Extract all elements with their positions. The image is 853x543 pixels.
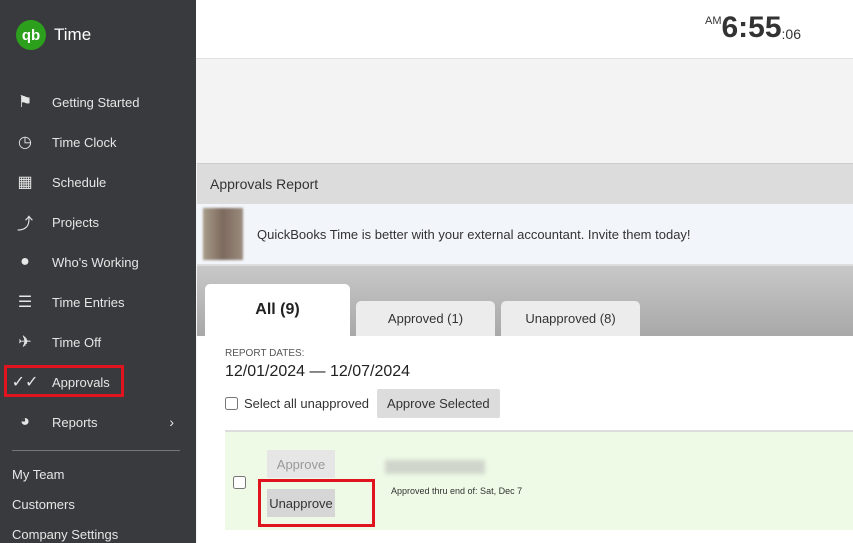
highlight-box bbox=[4, 365, 124, 397]
trend-icon: ⤴ bbox=[16, 216, 33, 233]
flag-icon: ⚑ bbox=[17, 94, 33, 111]
label: Getting Started bbox=[52, 94, 140, 110]
approve-selected-button[interactable]: Approve Selected bbox=[377, 389, 500, 418]
sidebar-item-reports[interactable]: ◕ Reports › bbox=[0, 402, 196, 442]
chevron-right-icon: › bbox=[169, 414, 174, 430]
label: Schedule bbox=[52, 174, 107, 190]
app-name: Time bbox=[54, 25, 92, 44]
report-dates[interactable]: 12/01/2024 — 12/07/2024 bbox=[225, 363, 825, 381]
clock-icon: ◷ bbox=[18, 134, 32, 151]
clock-seconds: :06 bbox=[781, 26, 801, 42]
approve-button[interactable]: Approve bbox=[267, 450, 335, 478]
report-dates-label: REPORT DATES: bbox=[225, 348, 305, 359]
location-pin-icon: ● bbox=[20, 253, 30, 270]
sidebar-item-time-clock[interactable]: ◷ Time Clock bbox=[0, 122, 196, 162]
clock-time: 6:55 bbox=[721, 11, 782, 44]
list-clock-icon: ☰ bbox=[17, 294, 33, 311]
sidebar: qb Time ⚑ Getting Started ◷ Time Clock ▦ Sc… bbox=[0, 0, 196, 543]
app-logo[interactable]: qb Time bbox=[16, 20, 91, 50]
tab-all[interactable]: All (9) bbox=[205, 284, 350, 336]
accountant-banner[interactable]: QuickBooks Time is better with your exte… bbox=[197, 204, 853, 266]
select-all-label: Select all unapproved bbox=[244, 396, 370, 411]
label: Time Clock bbox=[52, 134, 117, 150]
tabs: All (9) Approved (1) Unapproved (8) bbox=[197, 266, 853, 336]
label: Who's Working bbox=[52, 254, 139, 270]
top-bar: AM 6:55 :06 bbox=[196, 0, 853, 59]
panel-title: Approvals Report bbox=[197, 164, 853, 204]
tab-approved[interactable]: Approved (1) bbox=[356, 301, 495, 336]
clock: AM 6:55 :06 bbox=[705, 12, 801, 44]
approvals-panel: Approvals Report QuickBooks Time is bett… bbox=[197, 163, 853, 543]
banner-text[interactable]: QuickBooks Time is better with your exte… bbox=[257, 227, 691, 242]
sidebar-item-getting-started[interactable]: ⚑ Getting Started bbox=[0, 82, 196, 122]
airplane-icon: ✈ bbox=[18, 334, 32, 351]
sidebar-item-my-team[interactable]: My Team bbox=[12, 467, 65, 482]
sidebar-item-schedule[interactable]: ▦ Schedule bbox=[0, 162, 196, 202]
divider bbox=[12, 450, 180, 451]
clock-ampm: AM bbox=[704, 15, 722, 27]
label: Time Off bbox=[52, 334, 102, 350]
sidebar-item-projects[interactable]: ⤴ Projects bbox=[0, 202, 196, 242]
tab-unapproved[interactable]: Unapproved (8) bbox=[501, 301, 640, 336]
highlight-box bbox=[258, 479, 375, 527]
sidebar-item-whos-working[interactable]: ● Who's Working bbox=[0, 242, 196, 282]
calendar-icon: ▦ bbox=[17, 174, 33, 191]
sidebar-item-company-settings[interactable]: Company Settings bbox=[12, 527, 118, 542]
select-all-checkbox[interactable] bbox=[225, 397, 238, 410]
row-checkbox[interactable] bbox=[233, 476, 246, 489]
sidebar-item-customers[interactable]: Customers bbox=[12, 497, 75, 512]
label: Projects bbox=[52, 214, 99, 230]
pie-chart-icon: ◕ bbox=[20, 413, 30, 430]
approved-note: Approved thru end of: Sat, Dec 7 bbox=[391, 486, 523, 496]
sidebar-item-time-entries[interactable]: ☰ Time Entries bbox=[0, 282, 196, 322]
label: Time Entries bbox=[52, 294, 125, 310]
label: Reports bbox=[52, 414, 98, 430]
sidebar-item-time-off[interactable]: ✈ Time Off bbox=[0, 322, 196, 362]
table-row: Approve Unapprove Approved thru end of: … bbox=[225, 430, 853, 530]
employee-name-blurred bbox=[385, 460, 485, 474]
qb-logo-icon: qb bbox=[16, 20, 46, 50]
avatar bbox=[203, 208, 243, 260]
